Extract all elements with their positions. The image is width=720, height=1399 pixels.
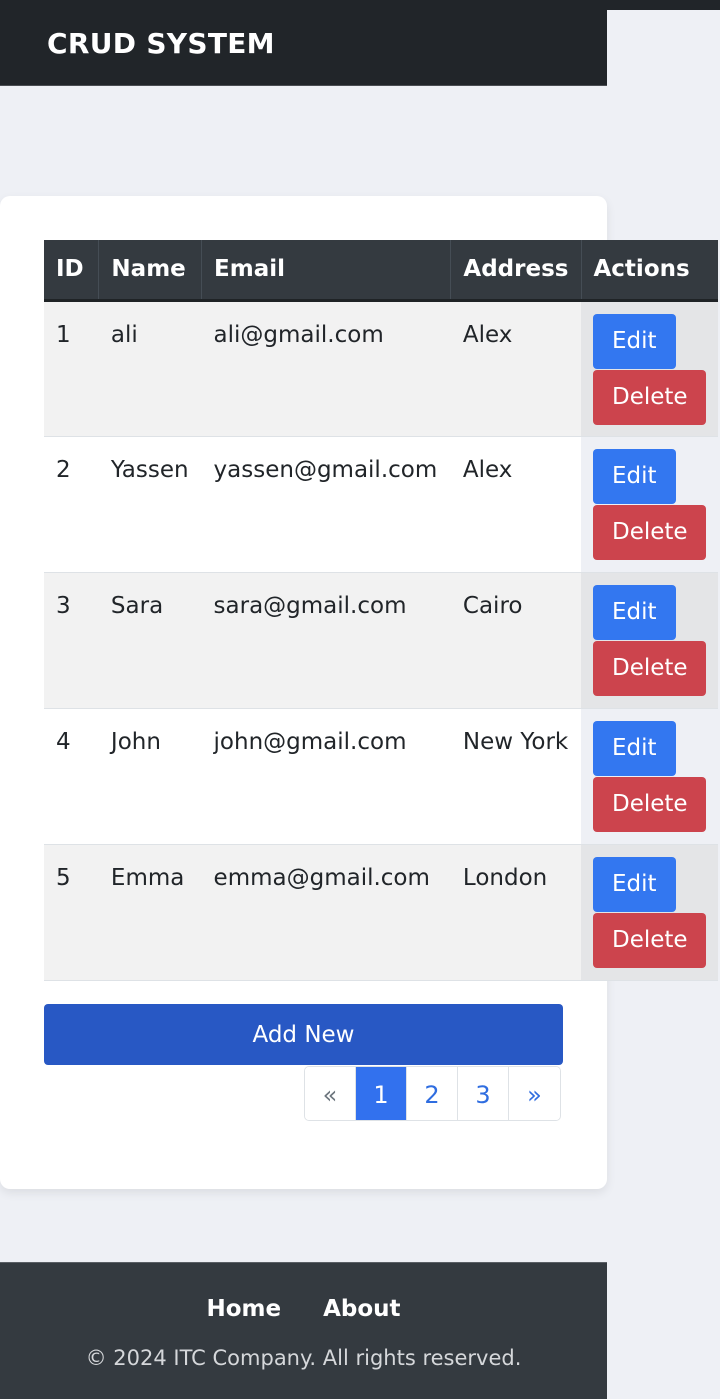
- footer-links: Home About: [0, 1296, 607, 1322]
- cell-actions: Edit Delete: [581, 844, 718, 980]
- pagination-page-1[interactable]: 1: [356, 1067, 407, 1120]
- edit-button[interactable]: Edit: [593, 856, 676, 912]
- column-header-address: Address: [450, 240, 582, 302]
- cell-name: Emma: [110, 864, 185, 891]
- pagination-prev[interactable]: «: [305, 1067, 356, 1120]
- cell-email: emma@gmail.com: [213, 864, 430, 891]
- pagination: « 1 2 3 »: [304, 1066, 561, 1121]
- footer: Home About © 2024 ITC Company. All right…: [0, 1262, 607, 1399]
- column-header-actions: Actions: [581, 240, 718, 302]
- add-new-button[interactable]: Add New: [44, 1004, 563, 1065]
- cell-address: Alex: [462, 456, 513, 483]
- users-table: ID Name Email Address Actions 1 ali ali@…: [44, 240, 718, 981]
- pagination-page-2[interactable]: 2: [407, 1067, 458, 1120]
- app-title: CRUD SYSTEM: [47, 27, 275, 60]
- cell-email: sara@gmail.com: [213, 592, 407, 619]
- footer-link-home[interactable]: Home: [206, 1296, 281, 1322]
- delete-button[interactable]: Delete: [593, 640, 706, 696]
- cell-id: 4: [56, 728, 71, 755]
- table-row: 2 Yassen yassen@gmail.com Alex Edit Dele…: [44, 436, 718, 572]
- cell-address: London: [462, 864, 548, 891]
- cell-address: Cairo: [462, 592, 523, 619]
- column-header-email: Email: [201, 240, 452, 302]
- pagination-next[interactable]: »: [509, 1067, 560, 1120]
- cell-id: 2: [56, 456, 71, 483]
- cell-id: 1: [56, 321, 71, 348]
- cell-name: ali: [110, 321, 138, 348]
- cell-id: 5: [56, 864, 71, 891]
- table-row: 5 Emma emma@gmail.com London Edit Delete: [44, 844, 718, 980]
- cell-email: ali@gmail.com: [213, 321, 384, 348]
- cell-actions: Edit Delete: [581, 300, 718, 436]
- table-row: 4 John john@gmail.com New York Edit Dele…: [44, 708, 718, 844]
- column-header-name: Name: [98, 240, 203, 302]
- table-header-row: ID Name Email Address Actions: [44, 240, 718, 302]
- delete-button[interactable]: Delete: [593, 912, 706, 968]
- cell-id: 3: [56, 592, 71, 619]
- edit-button[interactable]: Edit: [593, 720, 676, 776]
- edit-button[interactable]: Edit: [593, 584, 676, 640]
- footer-link-about[interactable]: About: [323, 1296, 400, 1322]
- cell-name: Sara: [110, 592, 164, 619]
- table-row: 3 Sara sara@gmail.com Cairo Edit Delete: [44, 572, 718, 708]
- cell-email: yassen@gmail.com: [213, 456, 438, 483]
- table-row: 1 ali ali@gmail.com Alex Edit Delete: [44, 300, 718, 436]
- cell-address: Alex: [462, 321, 513, 348]
- delete-button[interactable]: Delete: [593, 776, 706, 832]
- copyright-text: © 2024 ITC Company. All rights reserved.: [85, 1346, 522, 1370]
- cell-address: New York: [462, 728, 569, 755]
- edit-button[interactable]: Edit: [593, 448, 676, 504]
- cell-email: john@gmail.com: [213, 728, 407, 755]
- pagination-page-3[interactable]: 3: [458, 1067, 509, 1120]
- navbar: CRUD SYSTEM: [0, 0, 607, 86]
- column-header-id: ID: [44, 240, 100, 302]
- cell-actions: Edit Delete: [581, 436, 718, 572]
- edit-button[interactable]: Edit: [593, 313, 676, 369]
- delete-button[interactable]: Delete: [593, 504, 706, 560]
- cell-name: Yassen: [110, 456, 189, 483]
- delete-button[interactable]: Delete: [593, 369, 706, 425]
- cell-name: John: [110, 728, 161, 755]
- cell-actions: Edit Delete: [581, 708, 718, 844]
- cell-actions: Edit Delete: [581, 572, 718, 708]
